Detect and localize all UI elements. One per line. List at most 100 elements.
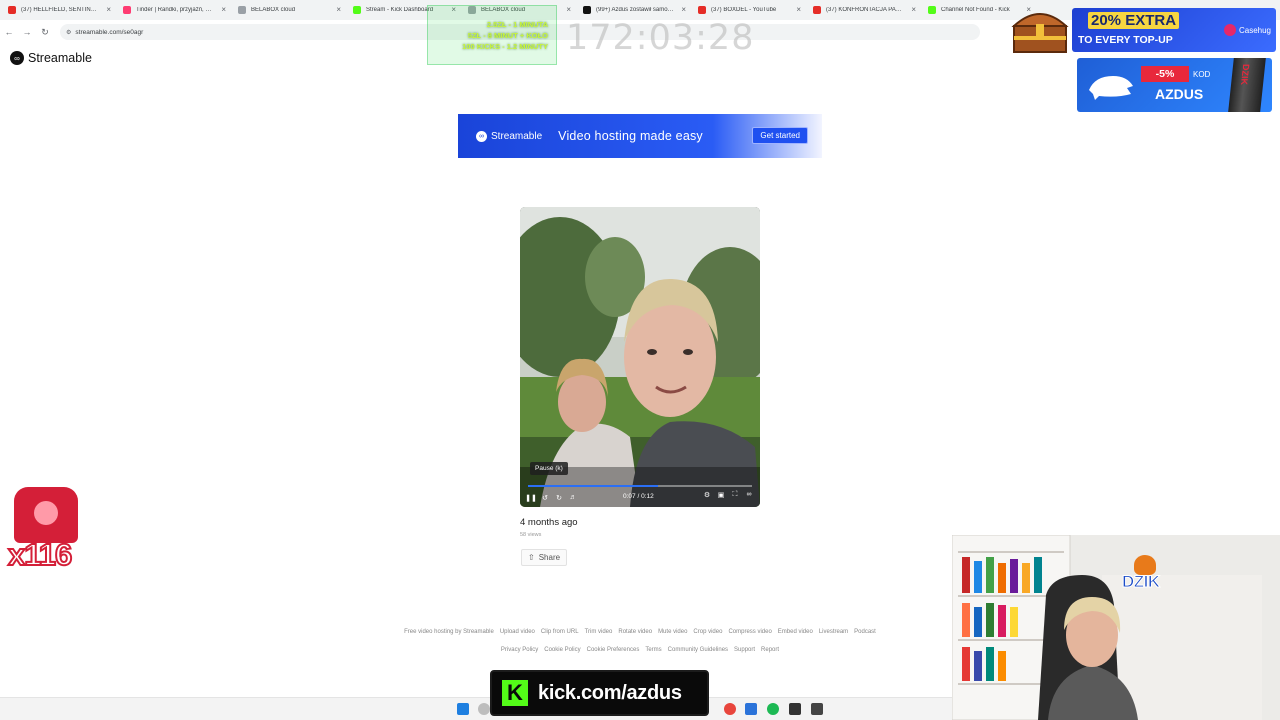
footer-links-secondary: Privacy Policy Cookie Policy Cookie Prefer… xyxy=(340,647,940,653)
fullscreen-icon[interactable]: ⛶ xyxy=(728,491,742,499)
goal-line: 5ZŁ - 8 MINUT + KOŁO xyxy=(467,30,548,40)
browser-tab[interactable]: Tinder | Randki, przyjaźń, now × xyxy=(115,0,230,20)
browser-tab[interactable]: (99+) Azdus zostawił samocho × xyxy=(575,0,690,20)
tab-favicon-icon xyxy=(583,6,591,14)
tab-title: (37) HELLFIELD, SENTINO - M xyxy=(21,7,99,13)
forward-icon[interactable]: → xyxy=(18,27,36,37)
donation-goals-overlay: 2.5ZŁ - 1 MINUTA 5ZŁ - 8 MINUT + KOŁO 100 … xyxy=(427,5,557,65)
tab-favicon-icon xyxy=(928,6,936,14)
footer-link[interactable]: Report xyxy=(761,647,779,653)
progress-bar[interactable] xyxy=(528,485,752,487)
banner-logo-icon: ∞ xyxy=(476,130,487,142)
footer-link[interactable]: Trim video xyxy=(585,629,613,635)
tab-favicon-icon xyxy=(123,6,131,14)
streamable-logo-text: Streamable xyxy=(28,51,92,65)
stream-timer: 172:03:28 xyxy=(566,18,755,58)
progress-fill xyxy=(528,485,658,487)
dzik-logo-text: DZIK xyxy=(1122,572,1161,592)
windows-start-icon[interactable] xyxy=(457,703,469,715)
chrome-icon[interactable] xyxy=(724,703,736,715)
goal-line: 100 KICKS - 1.2 MINUTY xyxy=(462,41,548,51)
streamable-logo-icon: ∞ xyxy=(10,51,24,65)
streamable-logo[interactable]: ∞ Streamable xyxy=(10,51,92,65)
obs-icon[interactable] xyxy=(811,703,823,715)
app-icon[interactable] xyxy=(745,703,757,715)
browser-tab[interactable]: (37) BOXDEL - YouTube × xyxy=(690,0,805,20)
tab-favicon-icon xyxy=(353,6,361,14)
footer-link[interactable]: Podcast xyxy=(854,629,876,635)
footer-link[interactable]: Support xyxy=(734,647,755,653)
tab-close-icon[interactable]: × xyxy=(221,5,226,14)
pause-icon[interactable]: ❚❚ xyxy=(524,494,538,502)
dzik-discount: -5% xyxy=(1141,66,1189,82)
dzik-kod-label: KOD xyxy=(1193,70,1211,79)
footer-links-primary: Free video hosting by Streamable Upload v… xyxy=(340,629,940,635)
footer-link[interactable]: Embed video xyxy=(778,629,813,635)
footer-link[interactable]: Mute video xyxy=(658,629,687,635)
footer-link[interactable]: Cookie Preferences xyxy=(587,647,640,653)
gift-counter: x116 xyxy=(7,487,84,579)
casehug-ad-box: 20% EXTRA TO EVERY TOP-UP Casehug xyxy=(1072,8,1276,52)
webcam-frame xyxy=(952,535,1280,720)
kick-logo-icon: K xyxy=(502,680,528,706)
treasure-chest-icon xyxy=(1011,13,1069,53)
banner-brand: Streamable xyxy=(491,130,543,142)
streamable-link-icon[interactable]: ∞ xyxy=(742,491,756,499)
tab-title: (37) BOXDEL - YouTube xyxy=(711,7,777,13)
browser-tab[interactable]: BELABOX cloud × xyxy=(230,0,345,20)
terminal-icon[interactable] xyxy=(789,703,801,715)
tab-title: Stream - Kick Dashboard xyxy=(366,7,434,13)
casehug-brand: Casehug xyxy=(1223,24,1271,36)
tab-close-icon[interactable]: × xyxy=(566,5,571,14)
casehug-line2: TO EVERY TOP-UP xyxy=(1078,34,1173,46)
kick-channel-overlay: K kick.com/azdus xyxy=(490,670,709,716)
share-icon: ⇧ xyxy=(528,553,535,562)
footer-link[interactable]: Clip from URL xyxy=(541,629,579,635)
dzik-code: AZDUS xyxy=(1155,86,1204,102)
footer-link[interactable]: Free video hosting by Streamable xyxy=(404,629,494,635)
footer-link[interactable]: Community Guidelines xyxy=(668,647,728,653)
tab-favicon-icon xyxy=(698,6,706,14)
browser-tab[interactable]: (37) KONFRONTACJA PAJACÓ × xyxy=(805,0,920,20)
energy-drink-can: DZIK xyxy=(1228,58,1266,112)
promo-banner[interactable]: ∞ Streamable Video hosting made easy Get… xyxy=(458,114,822,158)
footer-link[interactable]: Crop video xyxy=(693,629,722,635)
site-info-icon[interactable]: ⚙ xyxy=(66,29,71,36)
video-player[interactable]: Pause (k) ❚❚ ↺ ↻ ♬ 0:07 / 0:12 ⚙ ▣ ⛶ ∞ xyxy=(520,207,760,507)
tab-close-icon[interactable]: × xyxy=(796,5,801,14)
back-icon[interactable]: ← xyxy=(0,27,18,37)
tab-title: Channel Not Found - Kick xyxy=(941,7,1010,13)
get-started-button[interactable]: Get started xyxy=(752,127,808,144)
tab-title: Tinder | Randki, przyjaźń, now xyxy=(136,7,214,13)
settings-icon[interactable]: ⚙ xyxy=(700,491,714,499)
footer-link[interactable]: Privacy Policy xyxy=(501,647,538,653)
windows-taskbar xyxy=(0,697,952,720)
picture-in-picture-icon[interactable]: ▣ xyxy=(714,491,728,499)
tab-close-icon[interactable]: × xyxy=(336,5,341,14)
search-icon[interactable] xyxy=(478,703,490,715)
banner-tagline: Video hosting made easy xyxy=(558,129,703,143)
volume-icon[interactable]: ♬ xyxy=(566,494,580,502)
reload-icon[interactable]: ↻ xyxy=(36,27,54,38)
tab-close-icon[interactable]: × xyxy=(681,5,686,14)
footer-link[interactable]: Terms xyxy=(645,647,661,653)
gift-count: x116 xyxy=(7,536,73,573)
rewind-icon[interactable]: ↺ xyxy=(538,494,552,502)
footer-link[interactable]: Cookie Policy xyxy=(544,647,580,653)
pause-tooltip: Pause (k) xyxy=(530,462,568,475)
streamer-webcam xyxy=(952,535,1280,720)
footer-link[interactable]: Livestream xyxy=(819,629,848,635)
footer-link[interactable]: Upload video xyxy=(500,629,535,635)
footer-link[interactable]: Compress video xyxy=(728,629,771,635)
forward-skip-icon[interactable]: ↻ xyxy=(552,494,566,502)
share-button[interactable]: ⇧ Share xyxy=(521,549,568,566)
spotify-icon[interactable] xyxy=(767,703,779,715)
share-label: Share xyxy=(538,553,561,562)
browser-tab[interactable]: (37) HELLFIELD, SENTINO - M × xyxy=(0,0,115,20)
tab-title: (37) KONFRONTACJA PAJACÓ xyxy=(826,7,904,13)
tab-close-icon[interactable]: × xyxy=(106,5,111,14)
banner-logo: ∞ Streamable xyxy=(476,130,543,142)
dzik-ad: -5% KOD AZDUS DZIK xyxy=(1077,58,1272,112)
tab-close-icon[interactable]: × xyxy=(911,5,916,14)
footer-link[interactable]: Rotate video xyxy=(618,629,652,635)
